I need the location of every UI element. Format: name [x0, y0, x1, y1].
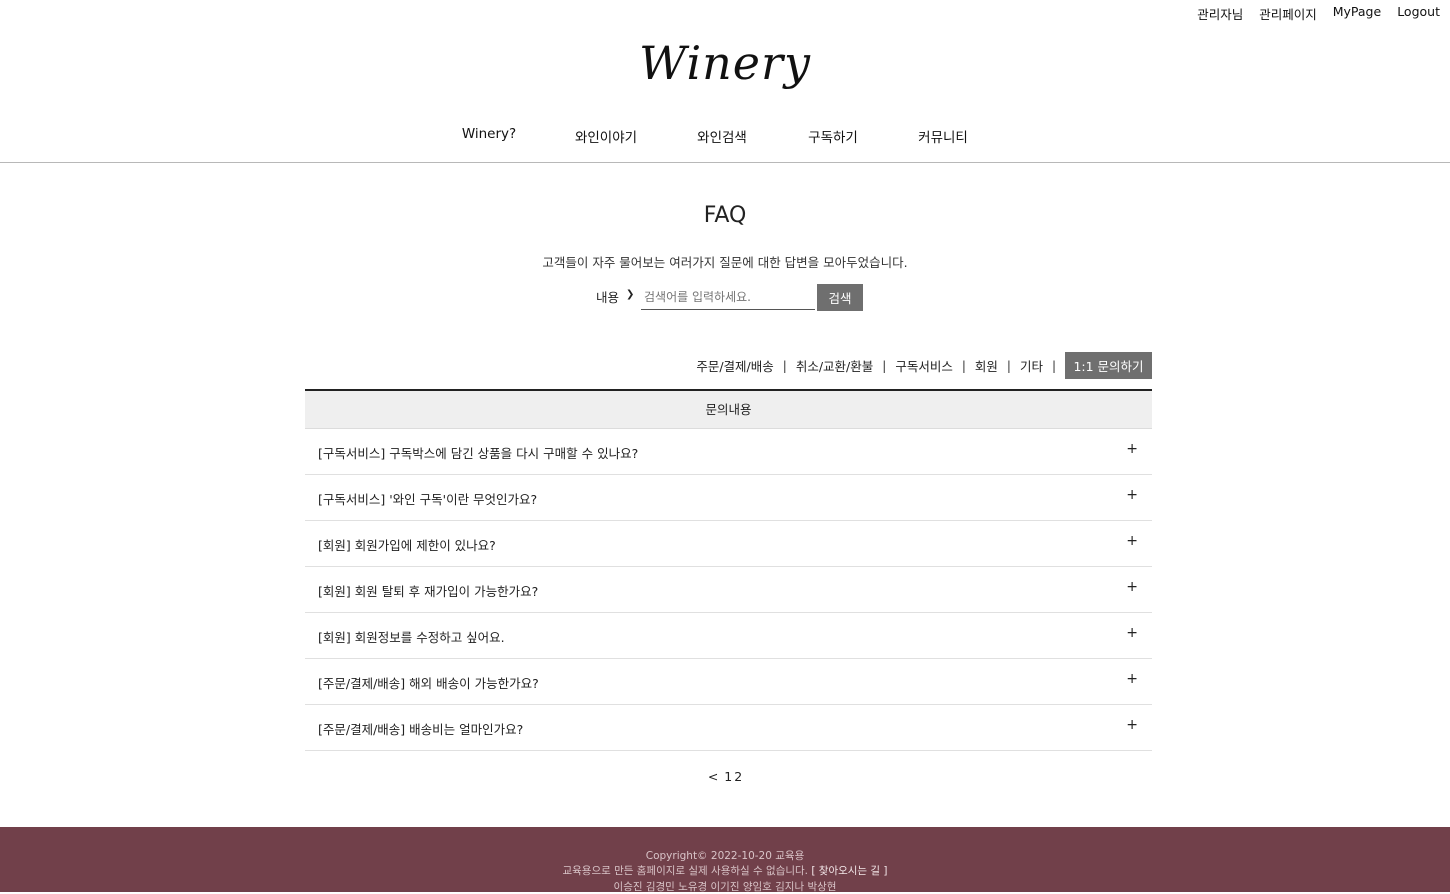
footer: Copyright© 2022-10-20 교육용 교육용으로 만든 홈페이지로…: [0, 827, 1450, 893]
tab-separator: |: [961, 358, 966, 373]
page-link-1[interactable]: 1: [724, 769, 732, 784]
faq-row[interactable]: [구독서비스] '와인 구독'이란 무엇인가요? +: [305, 475, 1152, 521]
page-title: FAQ: [703, 203, 747, 228]
plus-icon[interactable]: +: [1126, 579, 1138, 595]
tab-separator: |: [882, 358, 887, 373]
nav-item-subscribe[interactable]: 구독하기: [808, 126, 858, 146]
search-field-select[interactable]: 내용: [596, 287, 638, 307]
nav-item-community[interactable]: 커뮤니티: [918, 126, 968, 146]
table-header: 문의내용: [305, 391, 1152, 429]
faq-question: [주문/결제/배송] 해외 배송이 가능한가요?: [318, 676, 539, 691]
tab-separator: |: [1006, 358, 1011, 373]
plus-icon[interactable]: +: [1126, 671, 1138, 687]
tab-order-payment-shipping[interactable]: 주문/결제/배송: [696, 356, 773, 375]
faq-question: [구독서비스] '와인 구독'이란 무엇인가요?: [318, 492, 538, 507]
top-links: 관리자님 관리페이지 MyPage Logout: [1197, 4, 1440, 23]
plus-icon[interactable]: +: [1126, 441, 1138, 457]
faq-row[interactable]: [회원] 회원정보를 수정하고 싶어요. +: [305, 613, 1152, 659]
faq-question: [회원] 회원정보를 수정하고 싶어요.: [318, 630, 505, 645]
search-button[interactable]: 검색: [817, 284, 863, 311]
faq-row[interactable]: [회원] 회원 탈퇴 후 재가입이 가능한가요? +: [305, 567, 1152, 613]
mypage-link[interactable]: MyPage: [1333, 4, 1381, 23]
faq-row[interactable]: [구독서비스] 구독박스에 담긴 상품을 다시 구매할 수 있나요? +: [305, 429, 1152, 475]
nav-item-wine-search[interactable]: 와인검색: [697, 126, 747, 146]
nav-item-winery[interactable]: Winery?: [462, 126, 516, 142]
plus-icon[interactable]: +: [1126, 625, 1138, 641]
main-nav: Winery? 와인이야기 와인검색 구독하기 커뮤니티: [0, 126, 1450, 146]
nav-item-wine-story[interactable]: 와인이야기: [575, 126, 637, 146]
tab-member[interactable]: 회원: [975, 356, 998, 375]
tab-separator: |: [782, 358, 787, 373]
faq-question: [주문/결제/배송] 배송비는 얼마인가요?: [318, 722, 524, 737]
pagination: < 12: [0, 769, 1450, 784]
directions-link[interactable]: [ 찾아오시는 길 ]: [811, 865, 887, 877]
faq-question: [회원] 회원 탈퇴 후 재가입이 가능한가요?: [318, 584, 539, 599]
page-subtitle: 고객들이 자주 물어보는 여러가지 질문에 대한 답변을 모아두었습니다.: [542, 255, 908, 270]
plus-icon[interactable]: +: [1126, 487, 1138, 503]
one-on-one-inquiry-button[interactable]: 1:1 문의하기: [1065, 352, 1152, 379]
site-logo[interactable]: Winery: [0, 36, 1450, 90]
footer-copyright: Copyright© 2022-10-20 교육용: [645, 850, 805, 862]
plus-icon[interactable]: +: [1126, 533, 1138, 549]
tab-etc[interactable]: 기타: [1020, 356, 1043, 375]
footer-notice: 교육용으로 만든 홈페이지로 실제 사용하실 수 없습니다.: [562, 865, 809, 877]
admin-name-link[interactable]: 관리자님: [1197, 4, 1243, 23]
faq-row[interactable]: [주문/결제/배송] 배송비는 얼마인가요? +: [305, 705, 1152, 751]
faq-question: [회원] 회원가입에 제한이 있나요?: [318, 538, 496, 553]
page-link-2[interactable]: 2: [734, 769, 742, 784]
prev-page-button[interactable]: <: [708, 769, 718, 784]
category-tabs: 주문/결제/배송 | 취소/교환/환불 | 구독서비스 | 회원 | 기타 | …: [696, 352, 1152, 379]
footer-notice-line: 교육용으로 만든 홈페이지로 실제 사용하실 수 없습니다. [ 찾아오시는 길…: [0, 863, 1450, 878]
tab-separator: |: [1051, 358, 1056, 373]
faq-row[interactable]: [회원] 회원가입에 제한이 있나요? +: [305, 521, 1152, 567]
logout-link[interactable]: Logout: [1397, 4, 1440, 23]
nav-divider: [0, 162, 1450, 163]
tab-subscription-service[interactable]: 구독서비스: [895, 356, 953, 375]
plus-icon[interactable]: +: [1126, 717, 1138, 733]
admin-page-link[interactable]: 관리페이지: [1259, 4, 1317, 23]
faq-question: [구독서비스] 구독박스에 담긴 상품을 다시 구매할 수 있나요?: [318, 446, 639, 461]
search-input[interactable]: [641, 285, 815, 310]
faq-row[interactable]: [주문/결제/배송] 해외 배송이 가능한가요? +: [305, 659, 1152, 705]
tab-cancel-exchange-refund[interactable]: 취소/교환/환불: [796, 356, 873, 375]
faq-table: 문의내용 [구독서비스] 구독박스에 담긴 상품을 다시 구매할 수 있나요? …: [305, 389, 1152, 751]
